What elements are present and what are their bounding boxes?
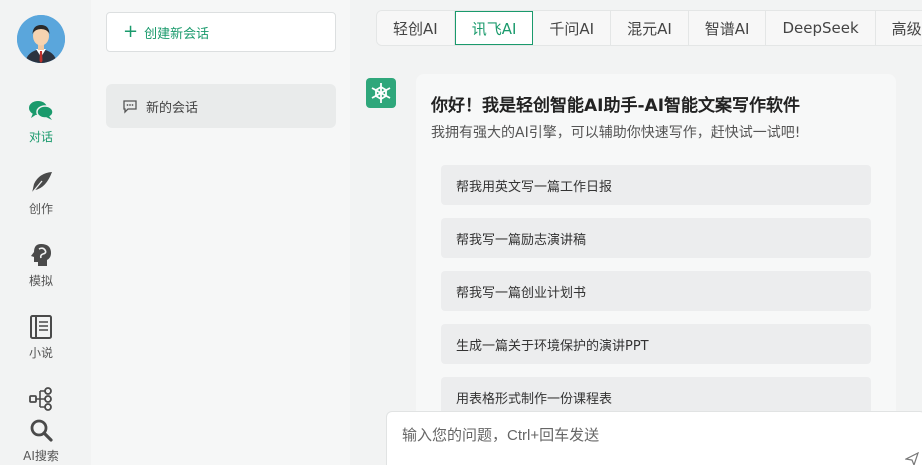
search-icon [30,419,53,442]
nav-label-novel: 小说 [28,346,53,360]
tab-zhipu-ai[interactable]: 智谱AI [688,11,767,45]
session-item-label: 新的会话 [146,100,199,116]
chat-bubbles-icon [29,101,54,120]
suggestion-item[interactable]: 生成一篇关于环境保护的演讲PPT [441,324,871,364]
nav-label-ai-search: AI搜索 [23,449,59,463]
nav-item-create[interactable]: 创作 [0,169,82,217]
suggestion-item[interactable]: 帮我写一篇励志演讲稿 [441,218,871,258]
tab-deepseek[interactable]: DeepSeek [766,11,876,45]
chat-input[interactable] [402,424,882,446]
tab-advanced[interactable]: 高级 [875,11,922,45]
plus-icon: + [123,21,139,42]
bot-avatar [366,78,396,108]
tab-qianwen-ai[interactable]: 千问AI [533,11,612,45]
nav-item-flow[interactable] [0,385,82,416]
nav-label-create: 创作 [28,202,53,216]
create-session-button[interactable]: + 创建新会话 [106,12,336,52]
feather-icon [31,172,52,194]
left-nav: 对话 创作 模拟 小说 AI搜索 [0,0,82,465]
nav-item-chat[interactable]: 对话 [0,97,82,145]
avatar-icon [17,15,65,63]
suggestion-item[interactable]: 帮我用英文写一篇工作日报 [441,165,871,205]
greeting-title: 你好！我是轻创智能AI助手-AI智能文案写作软件 [431,96,801,116]
greeting-card: 你好！我是轻创智能AI助手-AI智能文案写作软件 我拥有强大的AI引擎，可以辅助… [416,74,896,434]
head-profile-icon [31,244,51,266]
tab-hunyuan-ai[interactable]: 混元AI [611,11,689,45]
session-panel: + 创建新会话 新的会话 [91,0,350,465]
greeting-subtitle: 我拥有强大的AI引擎，可以辅助你快速写作，赶快试一试吧! [431,125,801,141]
nav-label-chat: 对话 [28,130,53,144]
tab-qingchuang-ai[interactable]: 轻创AI [377,11,455,45]
nav-item-simulate[interactable]: 模拟 [0,241,82,289]
nav-item-ai-search[interactable]: AI搜索 [0,416,82,464]
session-item[interactable]: 新的会话 [106,84,336,128]
create-session-label: 创建新会话 [144,26,210,42]
book-icon [30,315,52,339]
suggestion-item[interactable]: 帮我写一篇创业计划书 [441,271,871,311]
bot-logo-icon [371,83,391,103]
user-avatar[interactable] [17,15,65,63]
flow-diagram-icon [29,387,52,411]
nav-item-novel[interactable]: 小说 [0,313,82,361]
main-panel: 轻创AI 讯飞AI 千问AI 混元AI 智谱AI DeepSeek 高级 你好！… [350,0,922,465]
chat-input-box [386,411,922,465]
model-tabs: 轻创AI 讯飞AI 千问AI 混元AI 智谱AI DeepSeek 高级 [376,10,922,46]
tab-xunfei-ai[interactable]: 讯飞AI [454,11,534,45]
nav-label-simulate: 模拟 [28,274,53,288]
message-icon [123,100,137,114]
send-icon[interactable] [905,452,919,465]
